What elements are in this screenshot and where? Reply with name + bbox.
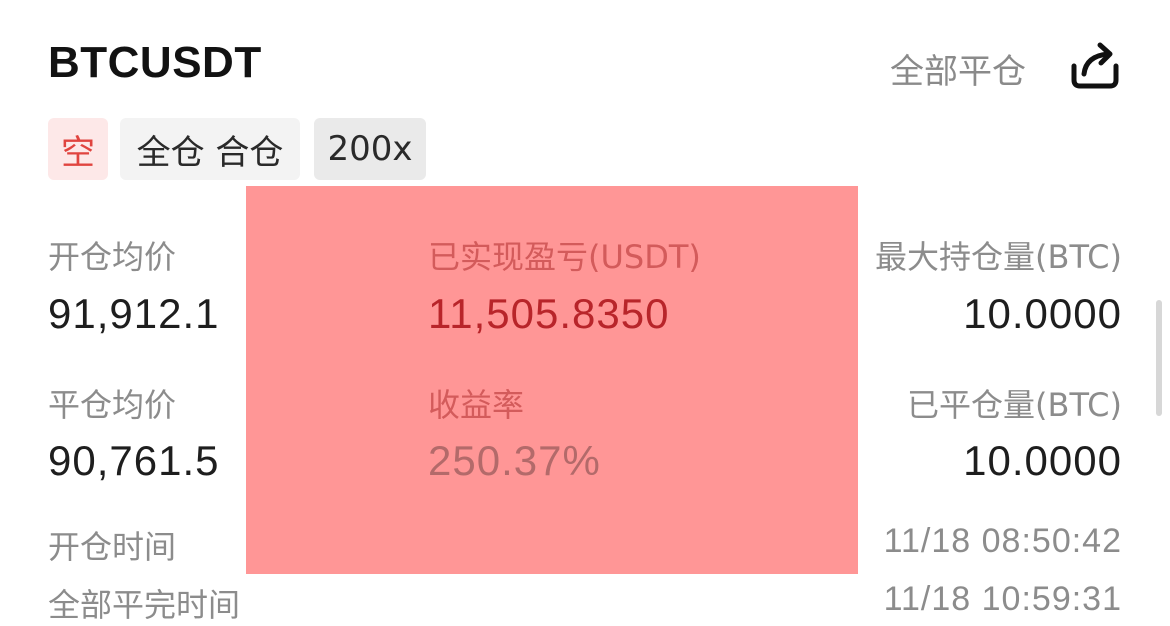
- roi-value: 250.37%: [428, 437, 601, 484]
- avg-close-price-label: 平仓均价: [48, 386, 177, 424]
- open-time-label: 开仓时间: [48, 528, 177, 566]
- avg-open-price-value: 91,912.1: [48, 290, 220, 337]
- avg-close-price-value: 90,761.5: [48, 437, 220, 484]
- realized-pnl-value: 11,505.8350: [428, 290, 670, 337]
- side-tag: 空: [48, 118, 108, 180]
- symbol-title: BTCUSDT: [48, 38, 262, 87]
- scrollbar[interactable]: [1156, 300, 1162, 416]
- realized-pnl-label: 已实现盈亏(USDT): [428, 238, 701, 276]
- max-position-label: 最大持仓量(BTC): [875, 238, 1122, 276]
- closed-amount-value: 10.0000: [963, 437, 1122, 484]
- full-close-time-value: 11/18 10:59:31: [883, 580, 1122, 618]
- open-time-value: 11/18 08:50:42: [883, 522, 1122, 560]
- share-icon[interactable]: [1068, 40, 1122, 90]
- max-position-value: 10.0000: [963, 290, 1122, 337]
- roi-label: 收益率: [428, 386, 525, 424]
- leverage-tag: 200x: [314, 118, 426, 180]
- closed-amount-label: 已平仓量(BTC): [907, 386, 1122, 424]
- full-close-time-label: 全部平完时间: [48, 586, 241, 624]
- close-all-button[interactable]: 全部平仓: [890, 44, 1026, 93]
- margin-mode-tag: 全仓 合仓: [120, 118, 300, 180]
- avg-open-price-label: 开仓均价: [48, 238, 177, 276]
